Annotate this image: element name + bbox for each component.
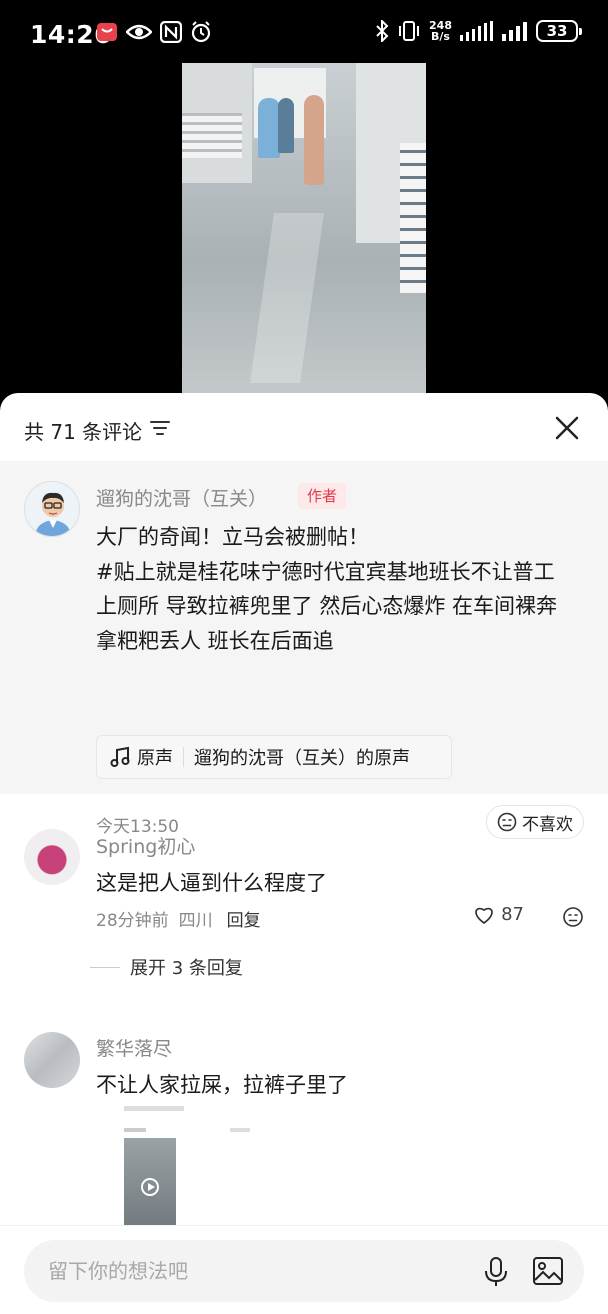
comment-input[interactable] [48, 1240, 468, 1302]
expand-label: 展开 3 条回复 [130, 958, 243, 979]
comment-location: 四川 [178, 911, 213, 931]
signal-icon-2 [502, 22, 527, 41]
net-speed-unit: B/s [431, 30, 450, 43]
pinned-text-line: 大厂的奇闻！立马会被删帖！ [96, 525, 369, 549]
video-frame-person [304, 95, 324, 185]
pinned-text-line: 上厕所 导致拉裤兜里了 然后心态爆炸 在车间裸奔 [96, 594, 558, 618]
dislike-button[interactable]: 不喜欢 [486, 805, 584, 839]
status-left-icons [96, 21, 212, 43]
thumbnail-video [124, 1138, 176, 1234]
video-frame-shelf-right [400, 143, 426, 293]
dislike-face-icon[interactable] [562, 906, 584, 928]
net-speed: 248 B/s [429, 20, 452, 42]
comment-text: 不让人家拉屎，拉裤子里了 [96, 1073, 348, 1097]
like-button[interactable]: 87 [473, 904, 524, 925]
video-frame-shelf [182, 113, 242, 158]
app-notification-icon [97, 23, 117, 41]
pinned-comment: 遛狗的沈哥（互关） 作者 大厂的奇闻！立马会被删帖！ #贴上就是桂花味宁德时代宜… [0, 461, 608, 839]
thumbnail-line [230, 1128, 250, 1132]
pinned-text-line[interactable]: #贴上就是桂花味宁德时代宜宾基地班长不让普工 [96, 555, 586, 590]
video-frame-worker-2 [278, 98, 294, 153]
pinned-text-line: 拿粑粑丢人 班长在后面追 [96, 628, 334, 653]
expand-line [90, 966, 120, 968]
heart-icon [475, 907, 493, 924]
author-badge: 作者 [298, 483, 347, 509]
thumbnail-header [124, 1106, 184, 1111]
microphone-icon[interactable] [482, 1256, 510, 1288]
comment-meta: 28分钟前 四川 回复 [96, 906, 261, 931]
video-player[interactable] [182, 63, 426, 395]
video-frame-floor [250, 213, 324, 383]
sound-label: 原声 [137, 748, 173, 769]
dislike-face-icon [497, 812, 517, 832]
panel-header: 共 71 条评论 [0, 393, 608, 461]
comment-username[interactable]: 繁华落尽 [96, 1034, 172, 1061]
like-count: 87 [501, 904, 524, 925]
avatar-illustration [25, 482, 79, 536]
pinned-username[interactable]: 遛狗的沈哥（互关） [96, 484, 267, 511]
alarm-icon [191, 21, 211, 43]
status-bar: 14:26 248 B/s 33 [0, 0, 608, 70]
comment-time: 28分钟前 [96, 911, 169, 931]
avatar[interactable] [24, 829, 80, 885]
comment-text: 这是把人逼到什么程度了 [96, 871, 327, 895]
close-icon[interactable] [554, 415, 580, 441]
image-icon[interactable] [532, 1256, 564, 1286]
vibrate-icon [399, 21, 420, 41]
play-icon [141, 1178, 159, 1196]
filter-icon[interactable] [150, 420, 170, 436]
dislike-label: 不喜欢 [522, 814, 573, 835]
comment-username[interactable]: Spring初心 [96, 832, 195, 859]
music-note-icon [110, 746, 130, 767]
video-frame-worker [258, 98, 280, 158]
original-sound-chip[interactable]: 原声 遛狗的沈哥（互关）的原声 [96, 735, 452, 779]
reply-button[interactable]: 回复 [227, 906, 261, 931]
nfc-icon [160, 21, 182, 43]
sound-divider [183, 747, 184, 767]
comment-input-bar [0, 1225, 608, 1314]
status-right: 248 B/s 33 [375, 20, 582, 42]
battery-indicator: 33 [536, 20, 582, 42]
signal-icon-1 [460, 21, 493, 41]
eye-icon [126, 24, 152, 40]
avatar[interactable] [24, 1032, 80, 1088]
sound-title: 遛狗的沈哥（互关）的原声 [194, 748, 410, 769]
pinned-comment-text: 大厂的奇闻！立马会被删帖！ #贴上就是桂花味宁德时代宜宾基地班长不让普工 上厕所… [96, 520, 586, 658]
expand-replies-button[interactable]: 展开 3 条回复 [90, 954, 243, 980]
comment-count-title: 共 71 条评论 [24, 420, 143, 444]
bluetooth-icon [376, 20, 389, 42]
avatar[interactable] [24, 481, 80, 537]
comment-panel: 共 71 条评论 遛狗的沈哥（互关） 作者 大厂的奇闻！立马会被删帖！ #贴上就… [0, 393, 608, 1314]
comment-input-box[interactable] [24, 1240, 584, 1302]
thumbnail-line [124, 1128, 146, 1132]
comment-image-thumbnail[interactable] [122, 1104, 282, 1234]
